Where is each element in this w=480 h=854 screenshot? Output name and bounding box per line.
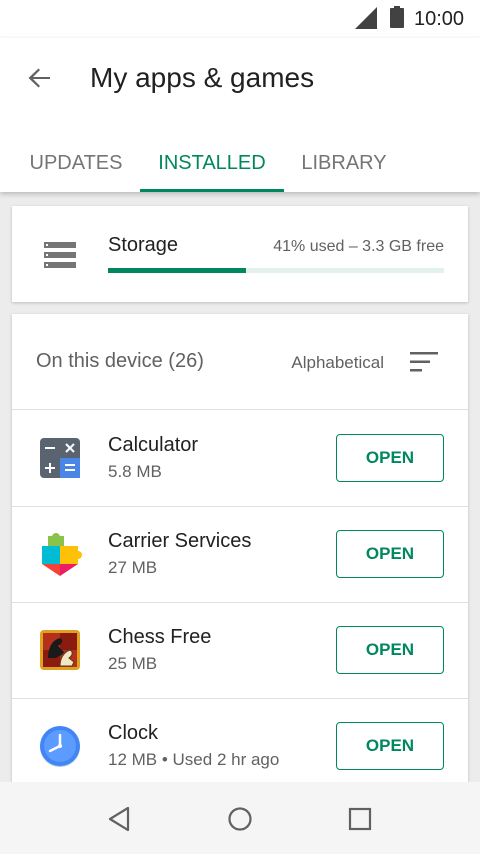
- tab-label: UPDATES: [29, 151, 123, 174]
- clock-app-icon: [40, 726, 80, 767]
- app-name: Calculator: [108, 434, 199, 456]
- active-tab-indicator: [140, 189, 284, 192]
- home-circle-icon[interactable]: [225, 804, 255, 834]
- open-button[interactable]: OPEN: [336, 434, 444, 482]
- installed-apps-card: On this device (26) Alphabetical Calcula…: [12, 314, 468, 784]
- app-row-calculator[interactable]: Calculator 5.8 MB OPEN: [12, 410, 468, 506]
- back-triangle-icon[interactable]: [104, 804, 134, 834]
- app-row-chess-free[interactable]: Chess Free 25 MB OPEN: [12, 602, 468, 698]
- open-button[interactable]: OPEN: [336, 722, 444, 770]
- tab-label: LIBRARY: [301, 151, 387, 174]
- carrier-services-app-icon: [42, 533, 82, 576]
- app-usage-meta: 12 MB • Used 2 hr ago: [108, 750, 280, 769]
- storage-label: Storage: [108, 234, 179, 256]
- storage-progress-bar: [108, 268, 444, 273]
- open-button[interactable]: OPEN: [336, 530, 444, 578]
- system-navigation-bar: [0, 782, 480, 854]
- page-title: My apps & games: [90, 62, 315, 93]
- app-name: Carrier Services: [108, 530, 252, 552]
- storage-card[interactable]: Storage 41% used – 3.3 GB free: [12, 206, 468, 302]
- tab-label: INSTALLED: [158, 151, 266, 174]
- calculator-app-icon: [40, 438, 80, 478]
- app-name: Chess Free: [108, 626, 212, 648]
- sort-icon[interactable]: [410, 350, 440, 374]
- chess-free-app-icon: [40, 630, 80, 670]
- app-size: 5.8 MB: [108, 462, 162, 481]
- status-time: 10:00: [414, 8, 465, 30]
- storage-progress-fill: [108, 268, 246, 273]
- storage-usage-text: 41% used – 3.3 GB free: [273, 238, 444, 255]
- app-row-clock[interactable]: Clock 12 MB • Used 2 hr ago OPEN: [12, 698, 468, 784]
- open-button[interactable]: OPEN: [336, 626, 444, 674]
- signal-icon: [355, 7, 377, 29]
- battery-icon: [390, 6, 404, 28]
- app-row-carrier-services[interactable]: Carrier Services 27 MB OPEN: [12, 506, 468, 602]
- app-size: 25 MB: [108, 654, 158, 673]
- storage-icon: [44, 242, 76, 268]
- tab-updates[interactable]: UPDATES: [14, 134, 138, 192]
- tab-installed[interactable]: INSTALLED: [140, 134, 284, 192]
- section-title: On this device (26): [36, 350, 204, 372]
- tab-library[interactable]: LIBRARY: [288, 134, 400, 192]
- status-bar: 10:00: [0, 0, 480, 38]
- recents-square-icon[interactable]: [345, 804, 375, 834]
- sort-order-label[interactable]: Alphabetical: [291, 353, 384, 373]
- app-name: Clock: [108, 722, 159, 744]
- app-size: 27 MB: [108, 558, 158, 577]
- app-header: My apps & games UPDATES INSTALLED LIBRAR…: [0, 38, 480, 192]
- arrow-back-icon[interactable]: [22, 60, 58, 96]
